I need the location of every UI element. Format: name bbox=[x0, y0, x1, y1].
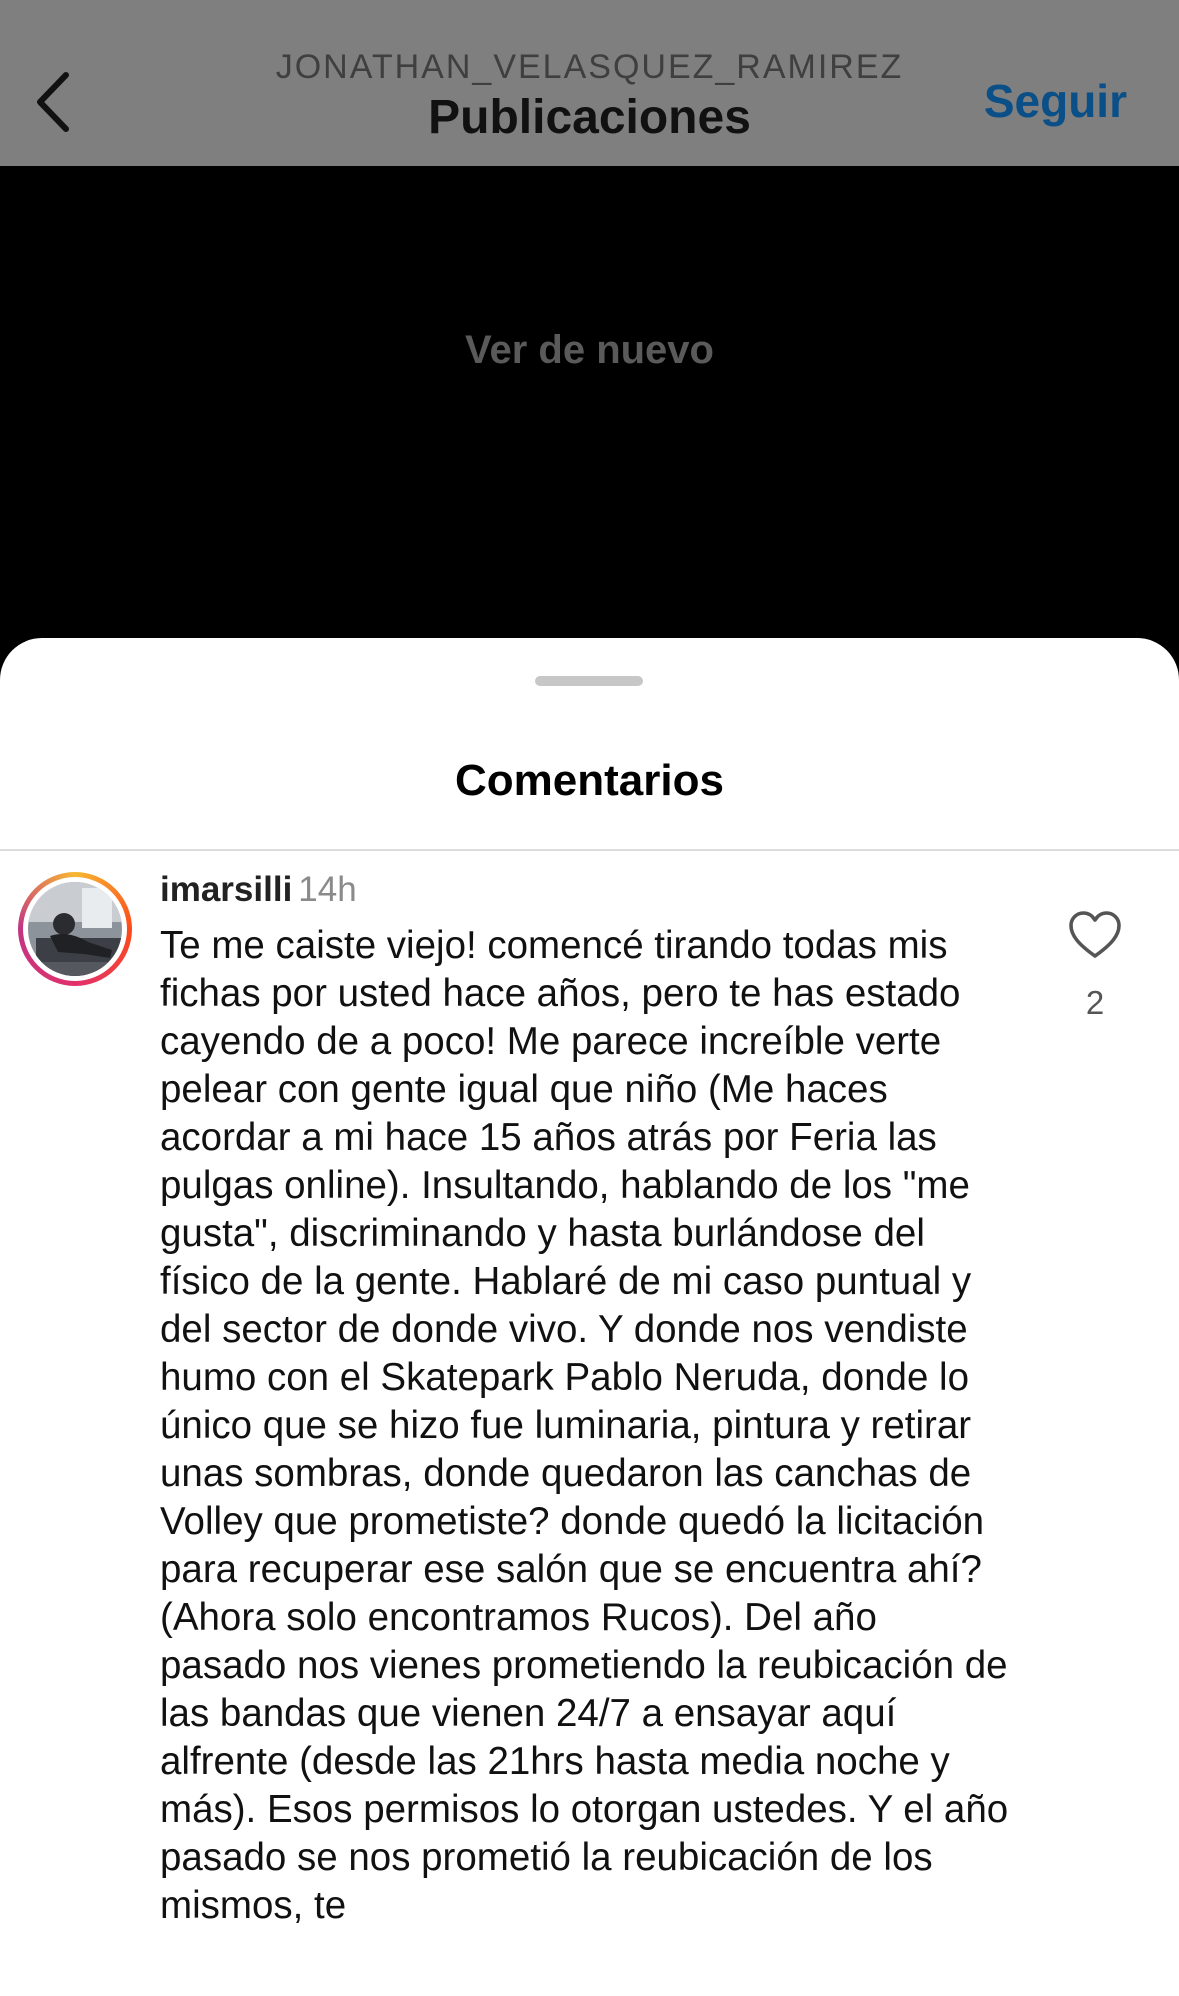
divider bbox=[0, 849, 1179, 851]
replay-button[interactable]: Ver de nuevo bbox=[0, 328, 1179, 373]
heart-outline-icon bbox=[1069, 911, 1121, 958]
sheet-drag-handle[interactable] bbox=[535, 676, 643, 686]
like-button[interactable] bbox=[1068, 910, 1122, 960]
top-bar: JONATHAN_VELASQUEZ_RAMIREZ Publicaciones… bbox=[0, 0, 1179, 166]
avatar-ring-gap bbox=[23, 877, 127, 981]
post-media[interactable]: Ver de nuevo bbox=[0, 166, 1179, 646]
avatar-story-ring[interactable] bbox=[18, 872, 132, 986]
comment-time: 14h bbox=[298, 870, 357, 909]
comments-sheet: Comentarios imarsilli 14h Te me caiste vi… bbox=[0, 638, 1179, 1996]
comment-username[interactable]: imarsilli bbox=[160, 870, 292, 909]
like-count: 2 bbox=[1085, 984, 1105, 1021]
comments-title: Comentarios bbox=[455, 756, 724, 805]
comment-meta: imarsilli 14h bbox=[160, 870, 357, 910]
comment-text: Te me caiste viejo! comencé tirando toda… bbox=[160, 924, 1009, 1927]
follow-button[interactable]: Seguir bbox=[984, 74, 1127, 128]
avatar-photo bbox=[28, 882, 122, 976]
avatar bbox=[28, 882, 122, 976]
